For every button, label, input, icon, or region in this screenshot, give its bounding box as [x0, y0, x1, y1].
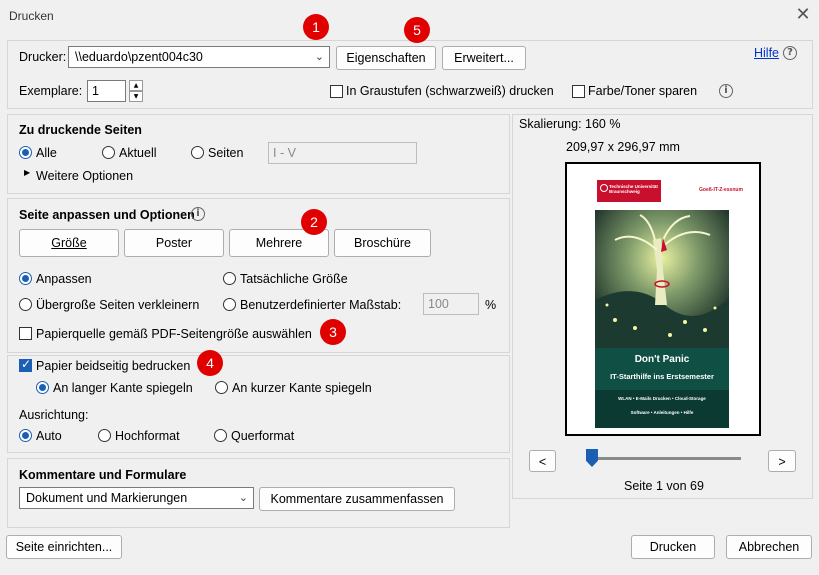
orientation-label: Ausrichtung: — [19, 408, 89, 422]
next-page-button[interactable]: > — [768, 450, 796, 472]
chevron-down-icon: ⌄ — [238, 491, 248, 504]
percent-label: % — [485, 298, 497, 312]
paper-source-label: Papierquelle gemäß PDF-Seitengröße auswä… — [36, 327, 312, 341]
close-icon[interactable]: ✕ — [794, 5, 812, 25]
comments-header: Kommentare und Formulare — [19, 468, 187, 482]
grayscale-label: In Graustufen (schwarzweiß) drucken — [346, 84, 554, 98]
print-button[interactable]: Drucken — [631, 535, 715, 559]
short-edge-label: An kurzer Kante spiegeln — [232, 381, 372, 395]
short-edge-radio[interactable] — [215, 381, 228, 394]
logo-text: Technische Universität Braunschweig — [609, 184, 658, 194]
page-preview: Technische Universität Braunschweig Goeß… — [565, 162, 761, 436]
university-logo: Technische Universität Braunschweig — [597, 180, 661, 202]
orientation-landscape-radio[interactable] — [214, 429, 227, 442]
expand-arrow-icon[interactable]: ▶ — [24, 168, 30, 177]
info-icon[interactable]: i — [191, 207, 205, 221]
pages-range-label: Seiten — [208, 146, 244, 160]
actual-size-label: Tatsächliche Größe — [240, 272, 348, 286]
custom-scale-radio[interactable] — [223, 298, 236, 311]
fit-radio[interactable] — [19, 272, 32, 285]
printer-select[interactable]: \\eduardo\pzent004c30 ⌄ — [68, 46, 330, 68]
pages-all-radio[interactable] — [19, 146, 32, 159]
poster-illustration — [595, 210, 729, 348]
comments-select-value: Dokument und Markierungen — [26, 491, 188, 505]
pages-current-label: Aktuell — [119, 146, 157, 160]
page-setup-button[interactable]: Seite einrichten... — [6, 535, 122, 559]
advanced-button[interactable]: Erweitert... — [442, 46, 526, 70]
scale-input[interactable]: 100 — [423, 293, 479, 315]
duplex-label: Papier beidseitig bedrucken — [36, 359, 191, 373]
poster-header: Technische Universität Braunschweig Goeß… — [573, 170, 755, 208]
poster-info-band: WLAN • E-Mails Drucken • Cloud-Storage S… — [595, 390, 729, 428]
poster-subtitle: IT-Starthilfe ins Erstsemester — [610, 372, 714, 381]
properties-button[interactable]: Eigenschaften — [336, 46, 436, 70]
more-options-label[interactable]: Weitere Optionen — [36, 169, 133, 183]
summarize-comments-button[interactable]: Kommentare zusammenfassen — [259, 487, 455, 511]
save-toner-checkbox[interactable] — [572, 85, 585, 98]
copies-up-icon[interactable]: ▲ — [129, 80, 143, 91]
duplex-checkbox[interactable] — [19, 357, 32, 372]
seal-icon — [600, 184, 608, 192]
annotation-badge-5: 5 — [404, 17, 430, 43]
pages-range-input[interactable]: I - V — [268, 142, 417, 164]
fit-header: Seite anpassen und Optionen — [19, 208, 195, 222]
annotation-badge-3: 3 — [320, 319, 346, 345]
pages-all-label: Alle — [36, 146, 57, 160]
poster-line-2: Software • Anleitungen • Hilfe — [630, 410, 694, 415]
copies-input[interactable]: 1 — [87, 80, 126, 102]
poster-line-1: WLAN • E-Mails Drucken • Cloud-Storage — [618, 396, 706, 401]
orientation-auto-label: Auto — [36, 429, 62, 443]
help-link[interactable]: Hilfe — [754, 46, 779, 60]
prev-page-button[interactable]: < — [529, 450, 556, 472]
cancel-button[interactable]: Abbrechen — [726, 535, 812, 559]
poster-title: Don't Panic — [634, 354, 690, 365]
grayscale-checkbox[interactable] — [330, 85, 343, 98]
long-edge-radio[interactable] — [36, 381, 49, 394]
shrink-radio[interactable] — [19, 298, 32, 311]
page-info: Seite 1 von 69 — [624, 479, 704, 493]
paper-source-checkbox[interactable] — [19, 327, 32, 340]
comments-select[interactable]: Dokument und Markierungen ⌄ — [19, 487, 254, 509]
annotation-badge-2: 2 — [301, 209, 327, 235]
booklet-button[interactable]: Broschüre — [334, 229, 431, 257]
save-toner-label: Farbe/Toner sparen — [588, 84, 698, 98]
pages-header: Zu druckende Seiten — [19, 123, 142, 137]
copies-label: Exemplare: — [19, 84, 83, 98]
orientation-landscape-label: Querformat — [231, 429, 295, 443]
annotation-badge-1: 1 — [303, 14, 329, 40]
window-title: Drucken — [9, 9, 54, 23]
poster-button[interactable]: Poster — [124, 229, 224, 257]
orientation-portrait-radio[interactable] — [98, 429, 111, 442]
chevron-down-icon: ⌄ — [314, 50, 324, 63]
orientation-auto-radio[interactable] — [19, 429, 32, 442]
shrink-label: Übergroße Seiten verkleinern — [36, 298, 200, 312]
printer-select-value: \\eduardo\pzent004c30 — [75, 50, 203, 64]
long-edge-label: An langer Kante spiegeln — [53, 381, 193, 395]
copies-down-icon[interactable]: ▼ — [129, 91, 143, 102]
page-slider-track[interactable] — [588, 457, 741, 460]
page-dimensions: 209,97 x 296,97 mm — [566, 140, 680, 154]
custom-scale-label: Benutzerdefinierter Maßstab: — [240, 298, 402, 312]
annotation-badge-4: 4 — [197, 350, 223, 376]
actual-size-radio[interactable] — [223, 272, 236, 285]
size-button[interactable]: Größe — [19, 229, 119, 257]
info-icon[interactable]: i — [719, 84, 733, 98]
fit-label: Anpassen — [36, 272, 92, 286]
poster-title-band: Don't Panic IT-Starthilfe ins Erstsemest… — [595, 348, 729, 390]
printer-label: Drucker: — [19, 50, 67, 64]
help-icon[interactable]: ? — [783, 46, 797, 60]
scaling-label: Skalierung: 160 % — [519, 117, 621, 131]
poster-header-tag: Goeß-IT-Z-essnum — [699, 187, 743, 193]
pages-range-radio[interactable] — [191, 146, 204, 159]
pages-current-radio[interactable] — [102, 146, 115, 159]
orientation-portrait-label: Hochformat — [115, 429, 180, 443]
